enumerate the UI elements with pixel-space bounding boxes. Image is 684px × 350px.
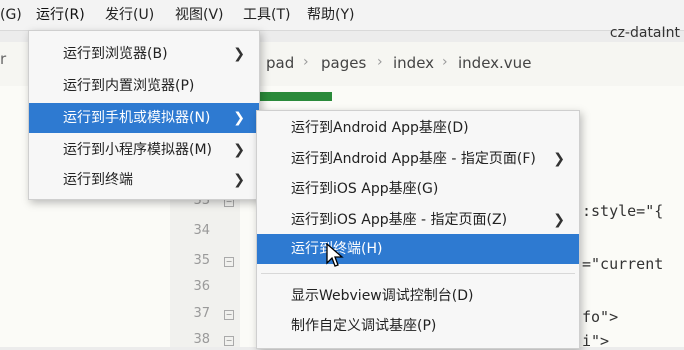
menu-item-run[interactable]: 运行(R) [36,6,85,24]
menu-show-webview-console[interactable]: 显示Webview调试控制台(D) [257,281,579,311]
line-number: 34 [193,223,210,238]
menu-run-to-miniprogram[interactable]: 运行到小程序模拟器(M) ❯ [29,135,259,165]
breadcrumb-separator-icon: › [377,54,383,70]
progress-bar [257,92,332,101]
menu-run-ios-page[interactable]: 运行到iOS App基座 - 指定页面(Z) ❯ [257,205,579,235]
fold-minus-icon[interactable]: − [224,257,234,267]
menu-item-tools[interactable]: 工具(T) [243,6,290,24]
menu-make-custom-base[interactable]: 制作自定义调试基座(P) [257,311,579,341]
breadcrumb-separator-icon: › [442,54,448,70]
device-submenu: 运行到Android App基座(D) 运行到Android App基座 - 指… [256,110,580,349]
line-number: 37 [193,306,210,321]
menu-run-to-browser[interactable]: 运行到浏览器(B) ❯ [29,39,259,69]
menu-run-to-terminal[interactable]: 运行到终端 ❯ [29,165,259,195]
menu-run-android-base[interactable]: 运行到Android App基座(D) [257,113,579,143]
chevron-right-icon: ❯ [553,212,565,228]
window-title: cz-dataInt [609,25,680,41]
menu-item-publish[interactable]: 发行(U) [105,6,154,24]
breadcrumb-item-pad[interactable]: pad [266,54,294,72]
code-text: ="current [582,255,664,273]
menu-run-to-builtin-browser[interactable]: 运行到内置浏览器(P) [29,71,259,101]
breadcrumb-item-pages[interactable]: pages [321,54,366,72]
code-text: :style="{ [582,202,664,220]
breadcrumb-item-index[interactable]: index [393,54,434,72]
breadcrumb-item-file[interactable]: index.vue [458,54,531,72]
code-text: i"> [582,332,610,350]
line-number: 35 [193,253,210,268]
chevron-right-icon: ❯ [553,151,565,167]
menu-item-view[interactable]: 视图(V) [175,6,224,24]
arrow-cursor-icon [326,243,344,267]
chevron-right-icon: ❯ [233,46,245,62]
menu-run-to-device[interactable]: 运行到手机或模拟器(N) ❯ [29,103,259,133]
chevron-right-icon: ❯ [233,110,245,126]
line-number: 36 [193,279,210,294]
menu-bar: (G) 运行(R) 发行(U) 视图(V) 工具(T) 帮助(Y) [0,0,684,31]
chevron-right-icon: ❯ [233,172,245,188]
code-text: fo"> [582,308,619,326]
chevron-right-icon: ❯ [233,142,245,158]
breadcrumb-separator-icon: › [303,54,309,70]
menu-run-android-page[interactable]: 运行到Android App基座 - 指定页面(F) ❯ [257,144,579,174]
menu-item-previous[interactable]: (G) [0,6,22,24]
breadcrumb-left-fragment: r [0,50,7,68]
run-menu: 运行到浏览器(B) ❯ 运行到内置浏览器(P) 运行到手机或模拟器(N) ❯ 运… [28,30,260,200]
menu-item-help[interactable]: 帮助(Y) [307,6,354,24]
menu-separator [261,273,575,274]
fold-minus-icon[interactable]: − [224,310,234,320]
menu-run-terminal[interactable]: 运行到终端(H) [257,234,579,264]
line-number: 38 [193,332,210,347]
fold-minus-icon[interactable]: − [224,336,234,346]
menu-run-ios-base[interactable]: 运行到iOS App基座(G) [257,174,579,204]
